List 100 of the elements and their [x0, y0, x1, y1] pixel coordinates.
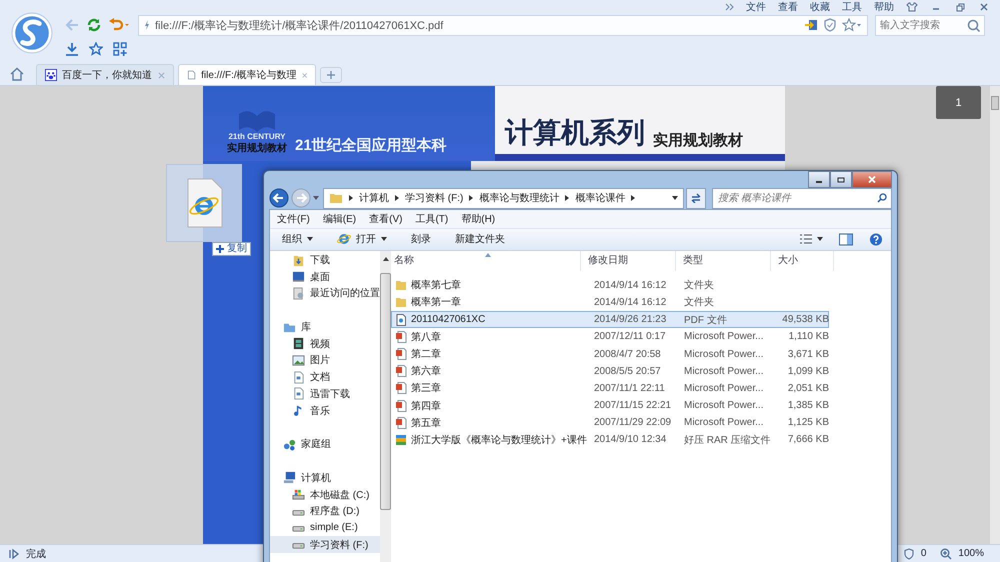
type-cell-text: Microsoft Power... [683, 331, 764, 342]
series-label: 实用规划教材 [227, 141, 287, 155]
status-text: 完成 [26, 548, 46, 560]
type-cell-text: PDF 文件 [683, 314, 728, 327]
nav-item[interactable]: 视频 [270, 335, 380, 352]
date-cell-text: 2008/5/5 20:57 [593, 366, 662, 377]
breadcrumb-bar[interactable]: 计算机 学习资料 (F:) 概率论与数理统计 概率论课件 [323, 188, 684, 209]
nav-item[interactable]: 最近访问的位置 [270, 285, 380, 302]
date-cell-text: 2007/11/1 22:11 [593, 382, 666, 394]
breadcrumb-item[interactable]: 概率论课件 [575, 191, 626, 206]
breadcrumb-item[interactable]: 学习资料 (F:) [405, 191, 464, 206]
toolbar-button[interactable]: 刻录 [411, 232, 431, 246]
nav-item[interactable]: 图片 [270, 352, 380, 369]
file-name: 第三章 [411, 382, 441, 396]
size-cell-text: 7,666 KB [786, 434, 830, 446]
size-cell-text: 1,385 KB [786, 400, 830, 412]
file-name: 第四章 [411, 400, 441, 413]
file-name: 概率第七章 [411, 278, 461, 292]
nav-group-item[interactable]: 计算机 [270, 470, 380, 486]
file-row[interactable]: 概率第一章 2014/9/14 16:12 文件夹 [391, 294, 829, 312]
file-name: 第六章 [411, 364, 441, 378]
type-cell-text: Microsoft Power... [683, 400, 764, 412]
size-cell-text: 1,099 KB [786, 366, 830, 377]
file-row[interactable]: 浙江大学版《概率论与数理统计》+课件 2014/9/10 12:34 好压 RAR 压缩文件 7,666 KB [391, 431, 829, 449]
search-field[interactable]: 输入文字搜索 [875, 14, 985, 36]
file-row[interactable]: 第三章 2007/11/1 22:11 Microsoft Power... 2,051 KB [391, 380, 829, 397]
date-cell-text: 2007/12/11 0:17 [593, 331, 667, 342]
file-name: 20110427061XC [411, 314, 486, 326]
menu-item[interactable]: 查看 [778, 0, 798, 14]
browser-tab[interactable]: 百度一下，你就知道 [36, 64, 174, 85]
menu-item[interactable]: 编辑(E) [322, 212, 356, 226]
file-name: 浙江大学版《概率论与数理统计》+课件 [411, 434, 587, 447]
type-cell-text: Microsoft Power... [683, 366, 764, 377]
date-cell-text: 2014/9/14 16:12 [593, 296, 668, 308]
size-cell-text: 1,125 KB [786, 417, 830, 428]
file-row[interactable]: 20110427061XC 2014/9/26 21:23 PDF 文件 49,538 KB [391, 311, 829, 328]
nav-item[interactable]: simple (E:) [270, 520, 380, 536]
size-cell-text: 3,671 KB [786, 348, 830, 360]
breadcrumb-item[interactable]: 概率论与数理统计 [479, 191, 560, 206]
menu-item[interactable]: 帮助(H) [461, 212, 496, 226]
nav-item[interactable]: 下载 [270, 252, 380, 268]
cover-subtitle: 实用规划教材 [653, 131, 743, 151]
menu-item[interactable]: 收藏 [810, 0, 830, 14]
menu-item[interactable]: 工具(T) [415, 212, 448, 226]
file-name: 概率第一章 [411, 296, 461, 310]
column-header[interactable]: 类型 [676, 250, 771, 271]
nav-group-item[interactable]: 家庭组 [270, 436, 380, 453]
size-cell-text: 49,538 KB [781, 314, 830, 326]
size-cell-text: 1,110 KB [788, 331, 830, 342]
nav-item[interactable]: 学习资料 (F:) [270, 536, 380, 553]
page-number-badge: 1 [936, 86, 981, 119]
nav-item[interactable]: 迅雷下载 [270, 386, 380, 402]
file-name: 第八章 [411, 330, 441, 344]
nav-item[interactable]: 文档 [270, 368, 380, 386]
zoom-level[interactable]: 100% [958, 548, 984, 559]
menu-item[interactable]: 帮助 [874, 0, 894, 14]
date-cell-text: 2007/11/29 22:09 [593, 417, 672, 428]
file-name: 第二章 [411, 348, 441, 362]
file-name: 第五章 [411, 416, 441, 430]
nav-item[interactable]: 音乐 [270, 402, 380, 419]
date-cell-text: 2014/9/10 12:34 [593, 434, 668, 446]
toolbar-button[interactable]: 组织 [282, 232, 313, 246]
nav-item[interactable]: 程序盘 (D:) [270, 502, 380, 520]
type-cell-text: 好压 RAR 压缩文件 [683, 434, 771, 447]
address-bar[interactable]: file:///F:/概率论与数理统计/概率论课件/20110427061XC.pdf [138, 14, 868, 36]
nav-group-item[interactable]: 库 [270, 318, 380, 336]
column-header[interactable]: 修改日期 [581, 250, 676, 271]
type-cell-text: 文件夹 [683, 296, 715, 310]
menu-item[interactable]: 文件(F) [277, 212, 310, 226]
file-row[interactable]: 第五章 2007/11/29 22:09 Microsoft Power... 1,125 KB [391, 414, 829, 432]
file-row[interactable]: 第四章 2007/11/15 22:21 Microsoft Power... 1,385 KB [391, 397, 829, 414]
file-row[interactable]: 第二章 2008/4/7 20:58 Microsoft Power... 3,671 KB [391, 345, 829, 363]
toolbar-button[interactable]: 打开 [337, 232, 387, 246]
date-cell-text: 2014/9/14 16:12 [593, 280, 668, 291]
breadcrumb-item[interactable]: 计算机 [359, 191, 389, 206]
toolbar-button[interactable]: 新建文件夹 [455, 232, 505, 246]
file-row[interactable]: 第八章 2007/12/11 0:17 Microsoft Power... 1,110 KB [391, 328, 829, 346]
menu-item[interactable]: 文件 [746, 0, 766, 14]
column-header[interactable]: 大小 [771, 250, 834, 271]
file-row[interactable]: 概率第七章 2014/9/14 16:12 文件夹 [391, 276, 829, 294]
nav-item[interactable]: 桌面 [270, 268, 380, 286]
date-cell-text: 2008/4/7 20:58 [593, 348, 662, 360]
file-row[interactable]: 第六章 2008/5/5 20:57 Microsoft Power... 1,099 KB [391, 362, 829, 380]
nav-item[interactable]: 本地磁盘 (C:) [270, 486, 380, 503]
size-cell-text: 2,051 KB [786, 382, 830, 394]
type-cell-text: Microsoft Power... [683, 417, 764, 428]
type-cell-text: Microsoft Power... [683, 382, 764, 394]
type-cell-text: Microsoft Power... [683, 348, 764, 360]
blocked-count: 0 [920, 548, 926, 559]
menu-item[interactable]: 查看(V) [369, 212, 402, 226]
search-field[interactable]: 搜索 概率论课件 [712, 188, 892, 209]
date-cell-text: 2014/9/26 21:23 [593, 314, 668, 326]
type-cell-text: 文件夹 [683, 278, 715, 292]
cover-title: 计算机系列 [505, 116, 645, 150]
browser-tab[interactable]: file:///F:/概率论与数理 [178, 64, 316, 85]
logo-caption-text: 21th CENTURY [228, 132, 286, 141]
copy-label: 复制 [227, 243, 247, 255]
menu-item[interactable]: 工具 [842, 0, 862, 14]
cover-heading: 21世纪全国应用型本科 [295, 136, 447, 155]
date-cell-text: 2007/11/15 22:21 [593, 400, 672, 412]
